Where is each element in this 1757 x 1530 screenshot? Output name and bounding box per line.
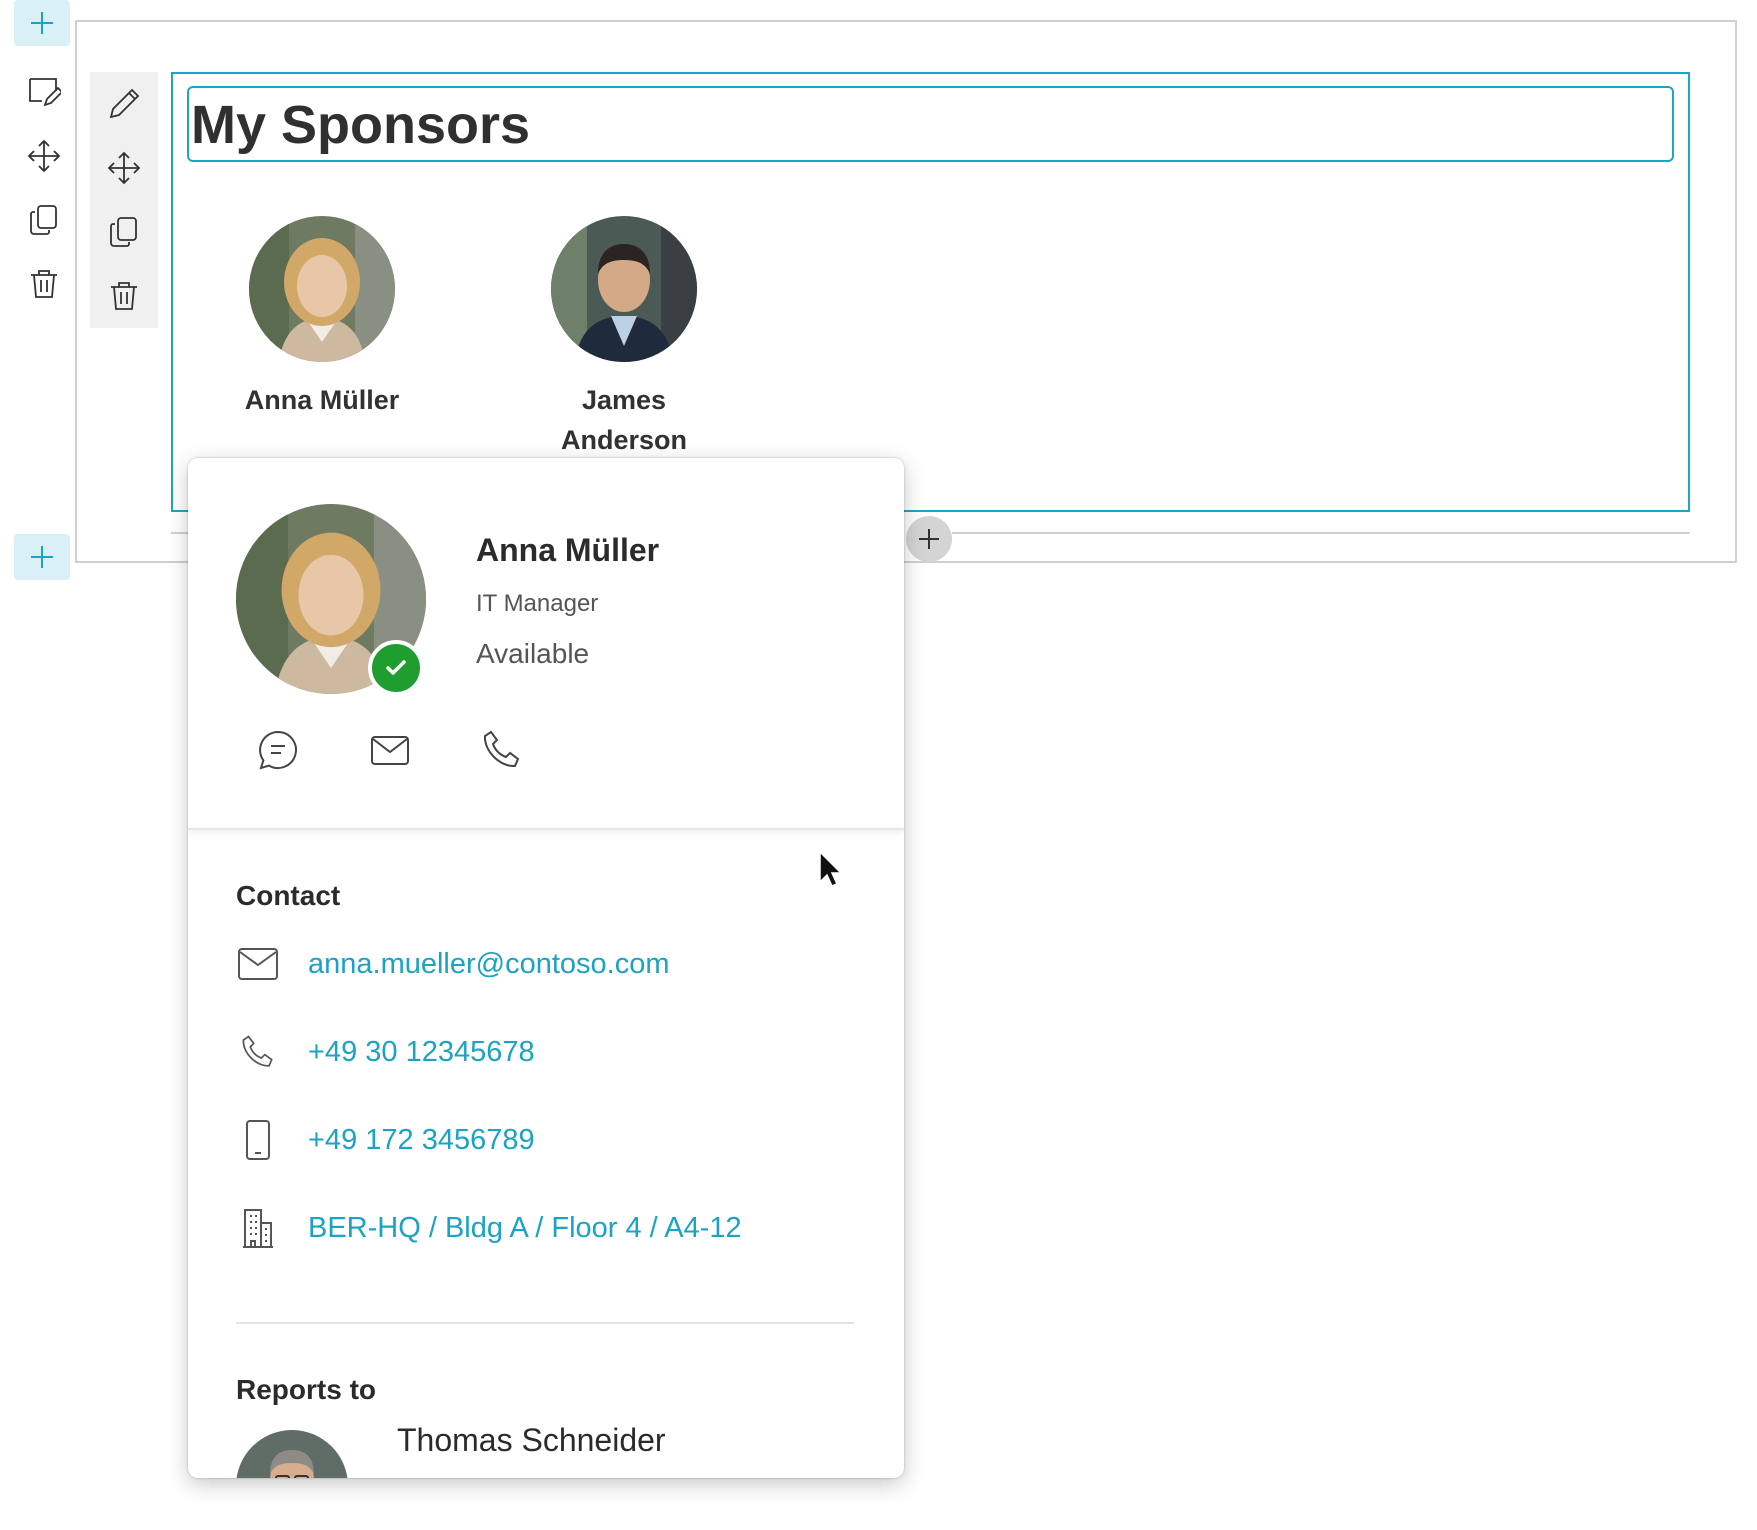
section-toolbar: [14, 60, 74, 316]
phone-icon: [481, 729, 523, 771]
contact-phone-row: +49 30 12345678: [236, 1030, 535, 1074]
add-webpart-line: [952, 532, 1690, 534]
person-card: Anna Müller IT Manager Available Contact…: [188, 458, 904, 1478]
plus-icon: [29, 544, 55, 570]
plus-icon: [917, 527, 941, 551]
call-button[interactable]: [478, 726, 526, 774]
building-icon: [236, 1207, 280, 1249]
avatar: [551, 216, 697, 362]
webpart-title[interactable]: My Sponsors: [189, 94, 530, 156]
move-icon: [107, 151, 141, 185]
duplicate-section-button[interactable]: [14, 188, 74, 252]
person-name: Anna Müller: [244, 385, 400, 415]
move-section-button[interactable]: [14, 124, 74, 188]
contact-email-row: anna.mueller@contoso.com: [236, 942, 670, 986]
chat-icon: [257, 729, 299, 771]
manager-name[interactable]: Thomas Schneider: [397, 1422, 666, 1459]
edit-section-button[interactable]: [14, 60, 74, 124]
pencil-icon: [107, 87, 141, 121]
mouse-cursor-icon: [818, 850, 843, 893]
phone-icon: [236, 1032, 280, 1072]
contact-heading: Contact: [236, 880, 341, 911]
delete-section-button[interactable]: [14, 252, 74, 316]
add-webpart-button[interactable]: [906, 516, 952, 562]
person-card-name: Anna Müller: [476, 532, 660, 568]
person-tile-anna[interactable]: Anna Müller: [222, 216, 422, 420]
person-card-job-title: IT Manager: [476, 590, 599, 617]
plus-icon: [29, 10, 55, 36]
person-tile-james[interactable]: James Anderson: [524, 216, 724, 460]
move-webpart-button[interactable]: [90, 136, 158, 200]
edit-webpart-button[interactable]: [90, 72, 158, 136]
reports-to-heading: Reports to: [236, 1374, 376, 1405]
add-section-bottom-button[interactable]: [14, 534, 70, 580]
contact-email-link[interactable]: anna.mueller@contoso.com: [308, 948, 670, 981]
mail-icon: [369, 729, 411, 771]
person-name: James Anderson: [560, 385, 687, 455]
add-section-top-button[interactable]: [14, 0, 70, 46]
mail-icon: [236, 946, 280, 982]
webpart-toolbar: [90, 72, 158, 328]
person-card-status: Available: [476, 638, 590, 669]
contact-mobile-link[interactable]: +49 172 3456789: [308, 1124, 535, 1157]
email-button[interactable]: [366, 726, 414, 774]
delete-icon: [107, 279, 141, 313]
avatar: [249, 216, 395, 362]
contact-mobile-row: +49 172 3456789: [236, 1118, 535, 1162]
duplicate-icon: [27, 203, 61, 237]
move-icon: [27, 139, 61, 173]
contact-office-link[interactable]: BER-HQ / Bldg A / Floor 4 / A4-12: [308, 1212, 742, 1245]
duplicate-icon: [107, 215, 141, 249]
webpart-title-box[interactable]: My Sponsors: [187, 86, 1674, 162]
duplicate-webpart-button[interactable]: [90, 200, 158, 264]
delete-webpart-button[interactable]: [90, 264, 158, 328]
person-card-header: Anna Müller IT Manager Available: [188, 458, 904, 830]
manager-avatar[interactable]: [236, 1430, 348, 1478]
contact-office-row: BER-HQ / Bldg A / Floor 4 / A4-12: [236, 1206, 742, 1250]
edit-section-icon: [27, 75, 61, 109]
delete-icon: [27, 267, 61, 301]
mobile-phone-icon: [236, 1119, 280, 1161]
card-divider: [236, 1322, 854, 1324]
presence-available-icon: [368, 640, 424, 696]
contact-phone-link[interactable]: +49 30 12345678: [308, 1036, 535, 1069]
chat-button[interactable]: [254, 726, 302, 774]
